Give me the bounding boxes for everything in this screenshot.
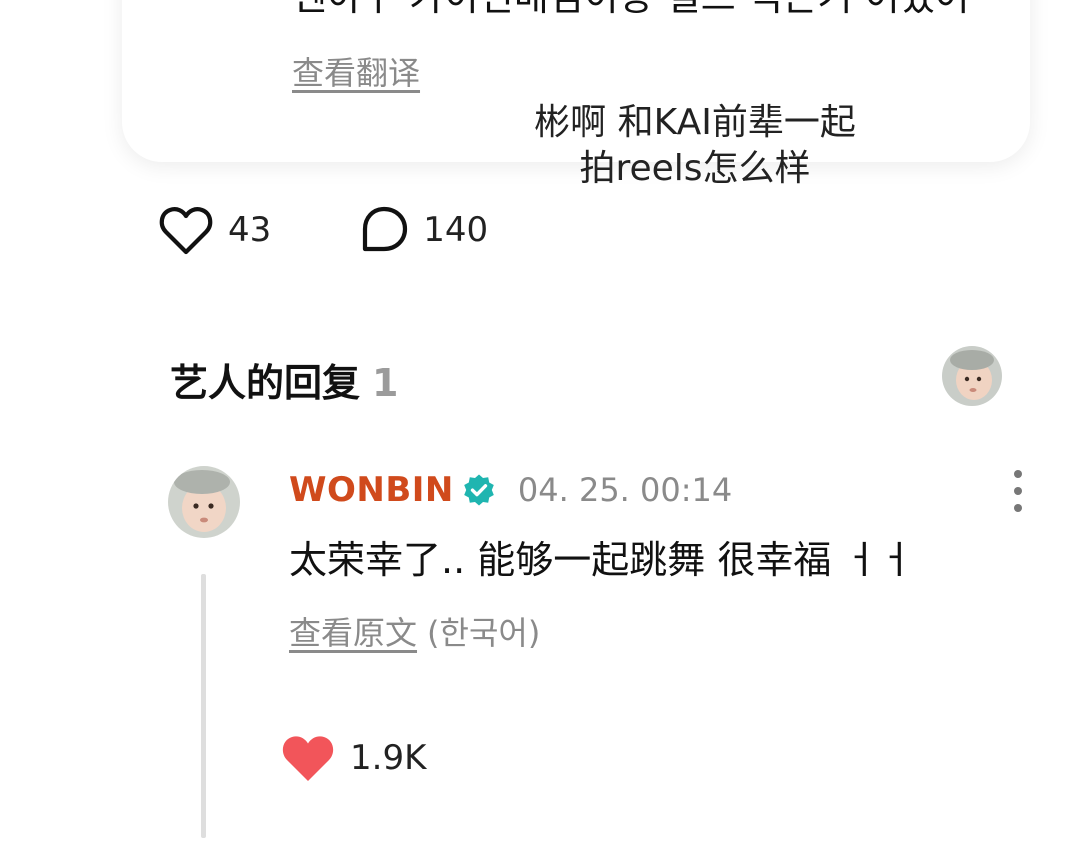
heart-filled-icon (280, 732, 336, 784)
translation-caption-overlay: 彬啊 和KAI前辈一起拍reels怎么样 (534, 102, 856, 189)
artist-replies-count: 1 (372, 361, 399, 405)
artist-avatar-small[interactable] (942, 346, 1002, 406)
reply-original-row: 查看原文 (한국어) (289, 608, 540, 654)
artist-replies-title: 艺人的回复 (170, 361, 361, 405)
vertical-ellipsis-dot (1014, 487, 1022, 495)
more-options-button[interactable] (1008, 470, 1028, 512)
original-language-label: (한국어) (427, 614, 541, 652)
heart-outline-icon (158, 204, 214, 256)
comment-stats: 43 140 (158, 204, 488, 256)
reply-text: 太荣幸了.. 能够一起跳舞 很幸福 ㅓㅓ (289, 538, 914, 582)
parent-comment-text: 뻰아ㅏ 카이선배님이랑 릴스 찍은거 어땠어 (292, 0, 970, 20)
reply-author-name[interactable]: WONBIN (289, 470, 454, 510)
reply-like-count: 1.9K (350, 738, 427, 778)
artist-replies-heading: 艺人的回复 1 (170, 352, 398, 407)
view-original-link[interactable]: 查看原文 (289, 614, 417, 652)
like-button[interactable]: 43 (158, 204, 271, 256)
like-count: 43 (228, 210, 272, 250)
comment-button[interactable]: 140 (359, 205, 488, 255)
comment-thread-screen: 뻰아ㅏ 카이선배님이랑 릴스 찍은거 어땠어 查看翻译 彬啊 和KAI前辈一起拍… (0, 0, 1080, 852)
vertical-ellipsis-icon (1014, 470, 1022, 478)
reply-like-button[interactable]: 1.9K (280, 732, 426, 784)
translate-link[interactable]: 查看翻译 (292, 48, 420, 94)
reply-timestamp: 04. 25. 00:14 (517, 471, 733, 509)
speech-bubble-icon (359, 205, 409, 255)
reply-author-avatar[interactable] (168, 466, 240, 538)
thread-connector-line (201, 574, 206, 838)
reply-header: WONBIN 04. 25. 00:14 (289, 470, 732, 510)
comment-count: 140 (423, 210, 489, 250)
verified-badge-icon (462, 473, 496, 507)
vertical-ellipsis-dot (1014, 504, 1022, 512)
